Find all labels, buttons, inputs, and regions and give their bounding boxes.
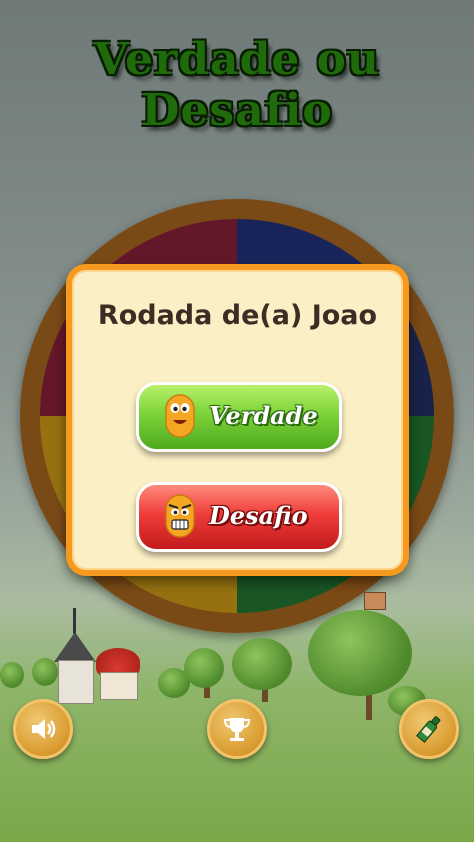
speaker-icon bbox=[32, 719, 56, 739]
dialog-title: Rodada de(a) Joao bbox=[97, 300, 378, 331]
bottle-button[interactable] bbox=[399, 699, 459, 759]
trophy-button[interactable] bbox=[207, 699, 267, 759]
trophy-icon bbox=[223, 718, 251, 741]
happy-face-icon bbox=[165, 394, 195, 438]
dare-label: Desafio bbox=[209, 501, 308, 530]
dare-button[interactable]: Desafio bbox=[136, 482, 342, 552]
truth-button[interactable]: Verdade bbox=[136, 382, 342, 452]
sound-button[interactable] bbox=[13, 699, 73, 759]
truth-label: Verdade bbox=[209, 401, 318, 430]
angry-face-icon bbox=[165, 494, 195, 538]
bottle-icon bbox=[416, 716, 441, 743]
app-title: Verdade ou Desafio bbox=[94, 34, 380, 136]
player-turn-dialog: Rodada de(a) Joao Verdade Desafio bbox=[66, 264, 409, 576]
